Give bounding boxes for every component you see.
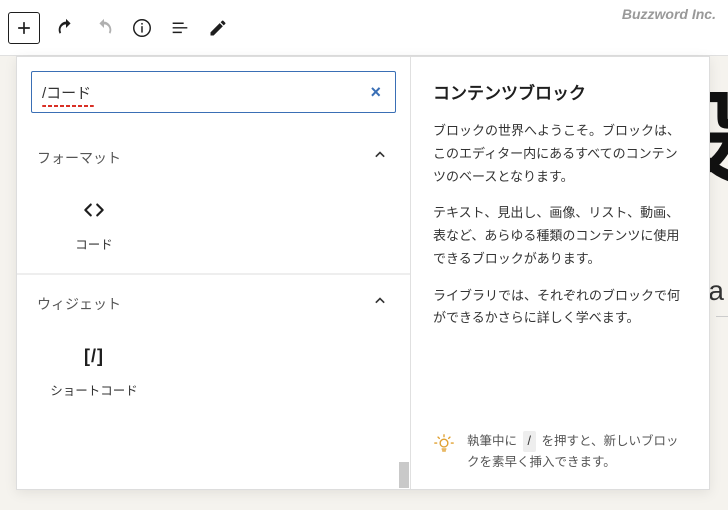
search-wrap: × (17, 57, 410, 125)
preview-paragraph: テキスト、見出し、画像、リスト、動画、表など、あらゆる種類のコンテンツに使用でき… (433, 202, 689, 270)
info-button[interactable] (124, 10, 160, 46)
background-divider (716, 316, 728, 317)
redo-button[interactable] (86, 10, 122, 46)
search-clear-button[interactable]: × (366, 78, 385, 107)
block-search-input[interactable] (42, 84, 366, 101)
background-a-fragment: a (708, 275, 724, 307)
inserter-left-column: × フォーマット コード ウィジェット (17, 57, 411, 489)
chevron-up-icon (370, 145, 390, 170)
undo-icon (55, 17, 77, 39)
section-header-widgets[interactable]: ウィジェット (17, 274, 410, 328)
code-icon (81, 196, 107, 224)
shortcode-icon: [/] (84, 342, 104, 370)
block-item-code[interactable]: コード (39, 182, 149, 263)
block-label: ショートコード (50, 380, 138, 399)
add-block-button[interactable] (8, 12, 40, 44)
brand-label: Buzzword Inc. (622, 0, 716, 56)
lightbulb-icon (433, 433, 455, 462)
block-inserter-panel: × フォーマット コード ウィジェット (16, 56, 710, 490)
redo-icon (93, 17, 115, 39)
toolbar-left-group (8, 10, 236, 46)
tip-text: 執筆中に / を押すと、新しいブロックを素早く挿入できます。 (467, 431, 689, 474)
editor-toolbar: Buzzword Inc. (0, 0, 728, 56)
outline-button[interactable] (162, 10, 198, 46)
chevron-up-icon (370, 291, 390, 316)
spellcheck-underline (42, 105, 94, 107)
search-box: × (31, 71, 396, 113)
section-title: フォーマット (37, 148, 121, 168)
block-item-shortcode[interactable]: [/] ショートコード (39, 328, 149, 409)
block-section-list: フォーマット コード ウィジェット [/] ショートコード (17, 125, 410, 489)
preview-title: コンテンツブロック (433, 79, 689, 104)
inserter-preview-column: コンテンツブロック ブロックの世界へようこそ。ブロックは、このエディター内にある… (411, 57, 709, 489)
section-title: ウィジェット (37, 294, 121, 314)
undo-button[interactable] (48, 10, 84, 46)
preview-paragraph: ライブラリでは、それぞれのブロックで何ができるかさらに詳しく学べます。 (433, 285, 689, 331)
pencil-icon (208, 18, 228, 38)
inserter-tip: 執筆中に / を押すと、新しいブロックを素早く挿入できます。 (433, 431, 689, 474)
tip-key: / (523, 431, 536, 452)
preview-paragraph: ブロックの世界へようこそ。ブロックは、このエディター内にあるすべてのコンテンツの… (433, 120, 689, 188)
block-label: コード (75, 234, 113, 253)
outline-icon (169, 17, 191, 39)
edit-button[interactable] (200, 10, 236, 46)
section-header-format[interactable]: フォーマット (17, 129, 410, 182)
plus-icon (14, 18, 34, 38)
info-icon (131, 17, 153, 39)
scrollbar-thumb[interactable] (399, 462, 409, 488)
